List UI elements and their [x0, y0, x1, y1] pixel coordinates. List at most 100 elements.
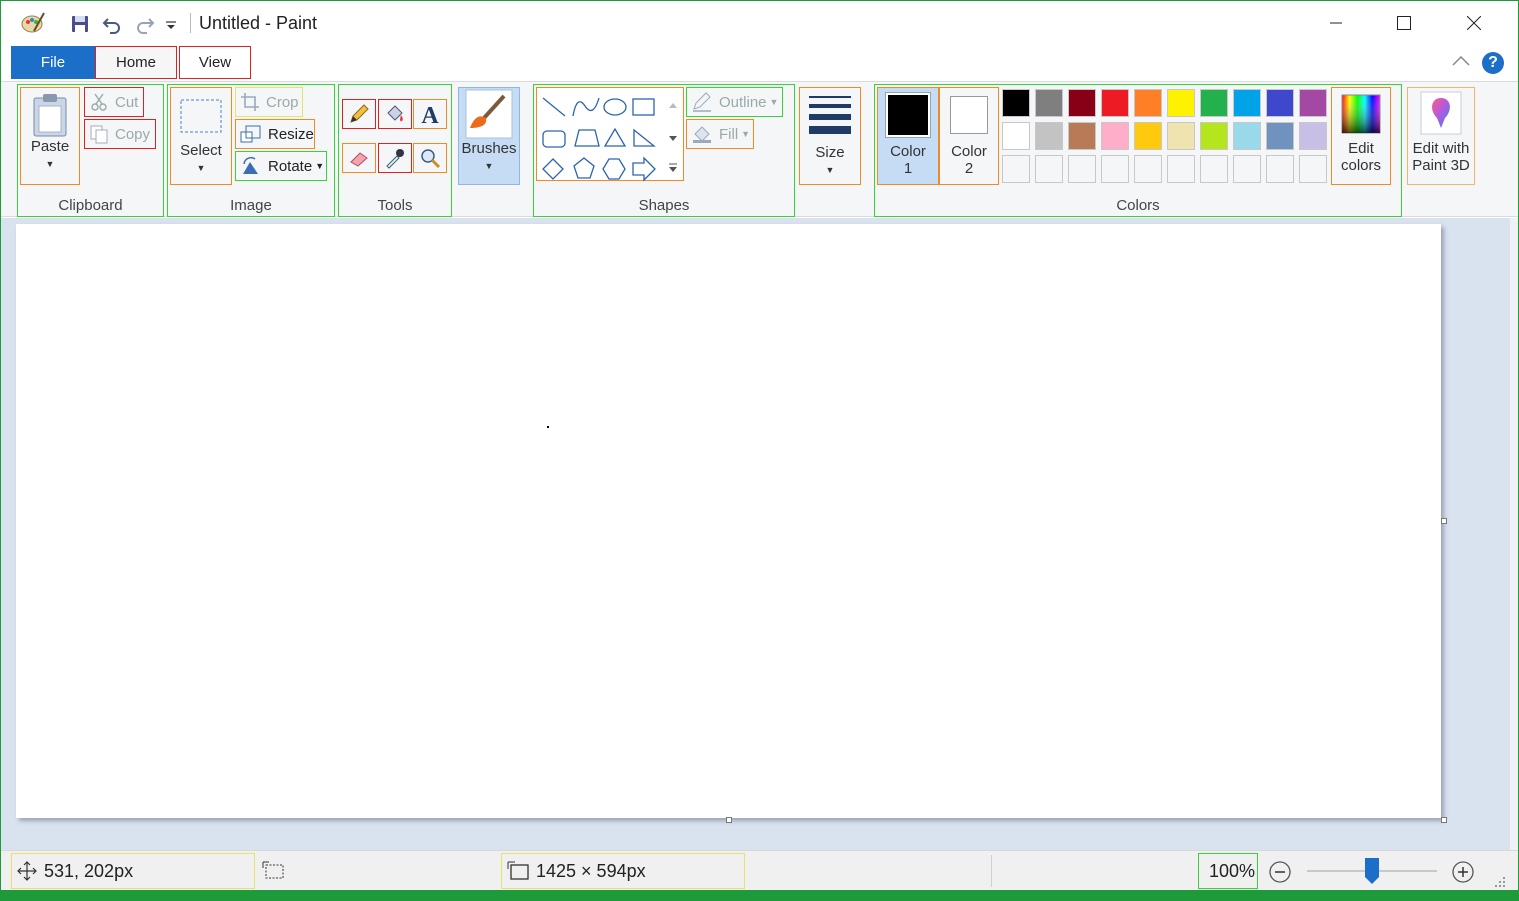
- select-dropdown-icon: ▼: [196, 163, 206, 173]
- palette-swatch[interactable]: [1002, 122, 1030, 150]
- paint-window: Untitled - Paint File Home View ? Paste …: [1, 1, 1518, 890]
- selection-size-display: [259, 853, 299, 889]
- color-spectrum-icon: [1341, 94, 1381, 134]
- oval-shape-icon: [603, 98, 627, 116]
- rotate-button[interactable]: Rotate ▼: [235, 151, 327, 181]
- drawing-canvas[interactable]: [16, 224, 1441, 818]
- pencil-tool-button[interactable]: [342, 99, 376, 129]
- palette-swatch[interactable]: [1101, 155, 1129, 183]
- color2-label-1: Color: [951, 143, 987, 160]
- resize-handle-right[interactable]: [1441, 518, 1447, 524]
- edit-with-paint3d-button[interactable]: Edit with Paint 3D: [1407, 87, 1475, 185]
- edit-colors-button[interactable]: Edit colors: [1331, 87, 1391, 185]
- palette-swatch[interactable]: [1200, 122, 1228, 150]
- zoom-in-icon[interactable]: [1451, 860, 1475, 884]
- fill-label: Fill: [719, 125, 739, 143]
- crop-button[interactable]: Crop: [235, 87, 303, 117]
- palette-swatch[interactable]: [1035, 89, 1063, 117]
- copy-button[interactable]: Copy: [84, 119, 156, 149]
- resize-grip-icon[interactable]: [1493, 875, 1507, 889]
- palette-swatch[interactable]: [1101, 89, 1129, 117]
- palette-swatch[interactable]: [1002, 155, 1030, 183]
- brushes-dropdown-icon: ▼: [484, 161, 494, 171]
- outline-button[interactable]: Outline ▼: [686, 87, 783, 117]
- edit-colors-label-1: Edit: [1348, 140, 1374, 157]
- color2-button[interactable]: Color 2: [939, 87, 999, 185]
- shapes-gallery-icons: [542, 97, 677, 182]
- ribbon-tabs: File Home View ?: [1, 45, 1518, 81]
- palette-swatch[interactable]: [1233, 122, 1261, 150]
- palette-swatch[interactable]: [1299, 122, 1327, 150]
- help-icon[interactable]: ?: [1482, 52, 1504, 74]
- paste-label: Paste: [30, 138, 70, 155]
- select-icon: [180, 99, 222, 133]
- tab-file[interactable]: File: [11, 46, 95, 79]
- canvas-size-icon: [507, 861, 529, 880]
- resize-handle-bottom[interactable]: [726, 817, 732, 823]
- magnifier-tool-button[interactable]: [413, 143, 447, 173]
- resize-button[interactable]: Resize: [235, 119, 315, 149]
- paint3d-label-2: Paint 3D: [1412, 157, 1470, 174]
- customize-quick-access-icon[interactable]: [163, 13, 179, 35]
- eyedropper-icon: [386, 149, 404, 169]
- palette-swatch[interactable]: [1035, 122, 1063, 150]
- colors-group: Color 1 Color 2 Edit colors Colors: [874, 84, 1402, 217]
- triangle-shape-icon: [603, 127, 627, 147]
- fill-dropdown-icon: ▼: [741, 129, 751, 139]
- palette-swatch[interactable]: [1200, 89, 1228, 117]
- curve-shape-icon: [572, 97, 600, 117]
- close-button[interactable]: [1439, 1, 1509, 45]
- text-tool-button[interactable]: A: [413, 99, 447, 129]
- fill-tool-button[interactable]: [378, 99, 412, 129]
- status-bar: 531, 202px 1425 × 594px 100%: [1, 850, 1518, 890]
- paste-button[interactable]: Paste ▼: [20, 87, 80, 185]
- cut-button[interactable]: Cut: [84, 87, 144, 117]
- palette-swatch[interactable]: [1134, 122, 1162, 150]
- palette-swatch[interactable]: [1233, 89, 1261, 117]
- color1-button[interactable]: Color 1: [877, 87, 939, 185]
- brush-icon: [465, 89, 513, 139]
- maximize-button[interactable]: [1369, 1, 1439, 45]
- minimize-button[interactable]: [1301, 1, 1371, 45]
- zoom-out-icon[interactable]: [1268, 860, 1292, 884]
- palette-swatch[interactable]: [1266, 155, 1294, 183]
- undo-icon[interactable]: [101, 13, 123, 35]
- palette-swatch[interactable]: [1167, 89, 1195, 117]
- palette-swatch[interactable]: [1134, 155, 1162, 183]
- color-palette: [1002, 87, 1332, 187]
- collapse-ribbon-icon[interactable]: [1451, 54, 1471, 68]
- copy-icon: [90, 125, 108, 144]
- palette-swatch[interactable]: [1167, 122, 1195, 150]
- maximize-icon: [1397, 16, 1411, 30]
- color-picker-tool-button[interactable]: [378, 143, 412, 173]
- brushes-button[interactable]: Brushes ▼: [458, 87, 520, 185]
- palette-swatch[interactable]: [1266, 122, 1294, 150]
- size-button[interactable]: Size ▼: [799, 87, 861, 185]
- shapes-gallery: [536, 87, 684, 182]
- palette-swatch[interactable]: [1299, 155, 1327, 183]
- palette-swatch[interactable]: [1101, 122, 1129, 150]
- resize-handle-corner[interactable]: [1441, 817, 1447, 823]
- zoom-slider-thumb[interactable]: [1364, 857, 1380, 885]
- palette-swatch[interactable]: [1299, 89, 1327, 117]
- palette-swatch[interactable]: [1233, 155, 1261, 183]
- palette-swatch[interactable]: [1200, 155, 1228, 183]
- eraser-tool-button[interactable]: [342, 143, 376, 173]
- palette-swatch[interactable]: [1167, 155, 1195, 183]
- palette-swatch[interactable]: [1002, 89, 1030, 117]
- tab-home[interactable]: Home: [95, 46, 177, 79]
- palette-swatch[interactable]: [1068, 122, 1096, 150]
- palette-swatch[interactable]: [1134, 89, 1162, 117]
- save-icon[interactable]: [69, 13, 91, 35]
- tab-view[interactable]: View: [179, 46, 251, 79]
- tools-group-label: Tools: [377, 197, 413, 214]
- palette-swatch[interactable]: [1035, 155, 1063, 183]
- redo-icon[interactable]: [134, 13, 156, 35]
- canvas-scrollbar-edge: [1510, 218, 1518, 850]
- palette-swatch[interactable]: [1068, 155, 1096, 183]
- palette-swatch[interactable]: [1068, 89, 1096, 117]
- fill-button[interactable]: Fill ▼: [686, 119, 754, 149]
- paint-app-icon[interactable]: [20, 11, 46, 35]
- palette-swatch[interactable]: [1266, 89, 1294, 117]
- select-button[interactable]: Select ▼: [170, 87, 232, 185]
